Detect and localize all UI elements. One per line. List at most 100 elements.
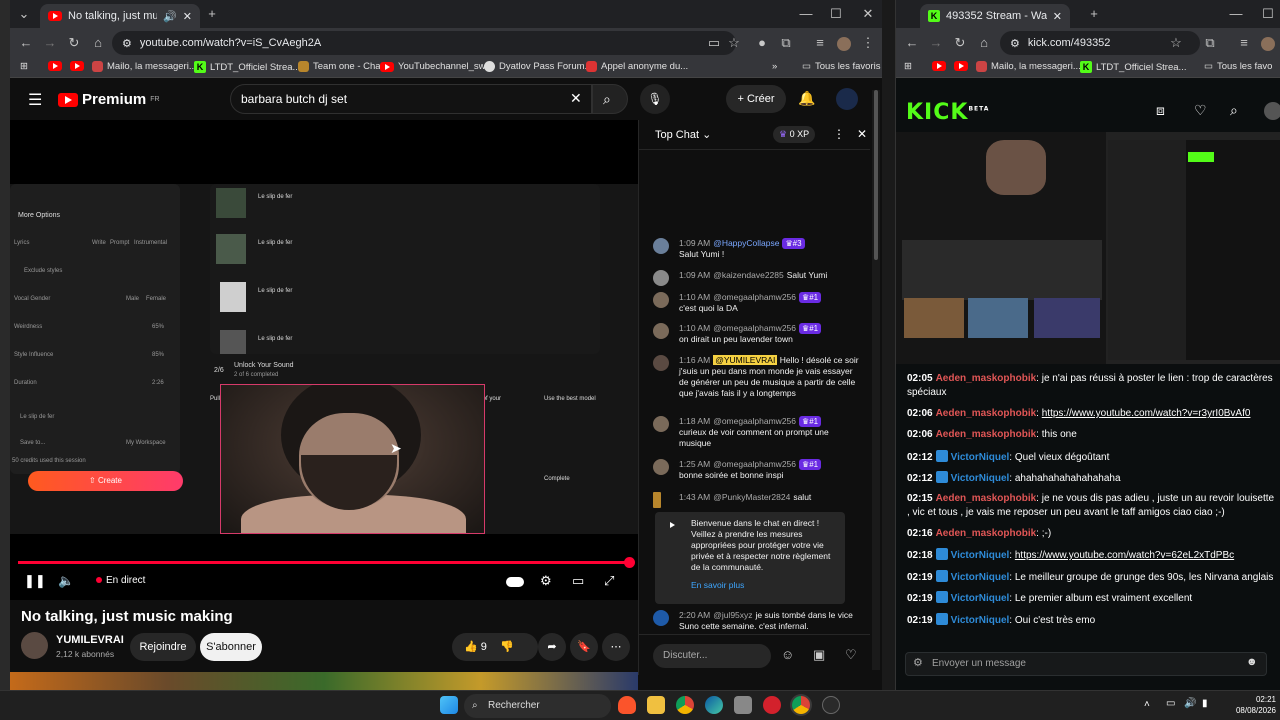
- account-avatar[interactable]: [836, 88, 858, 110]
- chat-message[interactable]: 1:09 AM @kaizendave2285 Salut Yumi: [653, 270, 863, 286]
- media-icon[interactable]: ≡: [1234, 33, 1254, 53]
- back-icon[interactable]: ←: [16, 33, 36, 53]
- kick-chat-message[interactable]: 02:12 VictorNiquel: ahahahahahahahahaha: [907, 471, 1275, 486]
- chat-message[interactable]: 1:18 AM @omegaalphamw256 ♛#1 curieux de voi…: [653, 416, 863, 449]
- new-tab-icon[interactable]: +: [1084, 4, 1104, 24]
- address-bar[interactable]: ⚙ youtube.com/watch?v=iS_CvAegh2A: [112, 31, 736, 55]
- kick-account-avatar[interactable]: [1264, 102, 1280, 120]
- bookmark-youtubechannel[interactable]: YouTubechannel_sw...: [380, 61, 493, 72]
- like-icon[interactable]: 👍: [464, 641, 478, 653]
- video-player[interactable]: More Options Lyrics Write Prompt Instrum…: [10, 120, 638, 600]
- menu-icon[interactable]: ⋮: [858, 33, 878, 53]
- apps-icon[interactable]: ⊞: [904, 61, 912, 72]
- kick-chat-message[interactable]: 02:05 Aeden_maskophobik: je n'ai pas réus…: [907, 372, 1275, 400]
- network-icon[interactable]: ▭: [1166, 698, 1175, 709]
- kick-chat-message[interactable]: 02:19 VictorNiquel: Le meilleur groupe de…: [907, 570, 1275, 585]
- chat-settings-icon[interactable]: ⚙: [913, 656, 923, 669]
- kick-chat-message[interactable]: 02:06 Aeden_maskophobik: https://www.yout…: [907, 407, 1275, 421]
- dislike-icon[interactable]: 👎: [500, 641, 514, 653]
- kick-chat-message[interactable]: 02:12 VictorNiquel: Quel vieux dégoûtant: [907, 450, 1275, 465]
- kick-chat-message[interactable]: 02:19 VictorNiquel: Le premier album est …: [907, 591, 1275, 606]
- bookmark-dyatlov[interactable]: Dyatlov Pass Forum...: [484, 61, 592, 72]
- save-icon[interactable]: 🔖: [570, 633, 598, 661]
- youtube-logo[interactable]: Premium FR: [58, 91, 160, 108]
- bookmark-appel[interactable]: Appel anonyme du...: [586, 61, 688, 72]
- bookmark-ltdt[interactable]: K LTDT_Officiel Strea...: [194, 61, 300, 73]
- bookmarks-overflow-icon[interactable]: »: [772, 61, 777, 72]
- bookmark-mailo[interactable]: Mailo, la messageri...: [92, 61, 197, 72]
- all-bookmarks[interactable]: ▭ Tous les favoris: [802, 61, 880, 72]
- taskbar-search[interactable]: ⌕ Rechercher: [464, 694, 611, 718]
- forward-icon[interactable]: →: [40, 33, 60, 53]
- emoji-icon[interactable]: ☺: [781, 647, 794, 662]
- youtube-search-input[interactable]: barbara butch dj set: [230, 84, 592, 114]
- bookmark-star-icon[interactable]: ☆: [724, 33, 744, 53]
- audio-icon[interactable]: 🔊: [163, 10, 177, 23]
- clear-search-icon[interactable]: ✕: [570, 90, 582, 107]
- minimize-icon[interactable]: —: [796, 4, 816, 24]
- tab-youtube[interactable]: No talking, just music making 🔊 ✕: [40, 4, 200, 28]
- voice-search-icon[interactable]: 🎙: [640, 84, 670, 114]
- maximize-icon[interactable]: ☐: [1258, 4, 1278, 24]
- all-bookmarks[interactable]: ▭ Tous les favo: [1204, 61, 1272, 72]
- brave-icon[interactable]: [618, 696, 636, 714]
- xp-badge[interactable]: ♛ 0 XP: [773, 126, 816, 143]
- fullscreen-icon[interactable]: ⤢: [604, 570, 614, 592]
- search-button[interactable]: ⌕: [592, 84, 628, 114]
- autoplay-toggle-icon[interactable]: [506, 570, 524, 592]
- kick-chat-input[interactable]: Envoyer un message: [905, 652, 1267, 676]
- subscribe-button[interactable]: S'abonner: [200, 633, 262, 661]
- browse-icon[interactable]: ⧈: [1156, 102, 1165, 119]
- apps-icon[interactable]: ⊞: [20, 61, 28, 72]
- kick-chat-message[interactable]: 02:16 Aeden_maskophobik: ;-): [907, 527, 1275, 541]
- notifications-bell-icon[interactable]: 🔔: [798, 90, 815, 107]
- volume-icon[interactable]: 🔈: [58, 570, 74, 592]
- create-button[interactable]: + Créer: [726, 85, 786, 113]
- chat-message[interactable]: 1:09 AM @HappyCollapse ♛#3 Salut Yumi !: [653, 238, 863, 260]
- bookmark-yt2[interactable]: [954, 61, 968, 71]
- chat-input[interactable]: Discuter...: [653, 644, 771, 668]
- thumbnail-strip[interactable]: [10, 672, 638, 690]
- hamburger-menu-icon[interactable]: ☰: [28, 90, 42, 110]
- more-actions-icon[interactable]: ⋯: [602, 633, 630, 661]
- bookmark-mailo[interactable]: Mailo, la messageri...: [976, 61, 1081, 72]
- chrome-active-icon[interactable]: [792, 696, 810, 714]
- close-chat-icon[interactable]: ✕: [857, 127, 867, 141]
- home-icon[interactable]: ⌂: [974, 33, 994, 53]
- extensions-puzzle-icon[interactable]: ⧉: [1200, 33, 1220, 53]
- close-tab-icon[interactable]: ✕: [183, 10, 192, 23]
- progress-bar[interactable]: [18, 561, 630, 564]
- super-chat-icon[interactable]: ▣: [813, 647, 825, 663]
- media-icon[interactable]: ≡: [810, 33, 830, 53]
- heart-icon[interactable]: ♡: [845, 647, 857, 663]
- back-icon[interactable]: ←: [902, 33, 922, 53]
- battery-icon[interactable]: ▮: [1202, 698, 1208, 709]
- page-scrollbar[interactable]: [872, 90, 880, 670]
- file-explorer-icon[interactable]: [647, 696, 665, 714]
- bookmark-teamone[interactable]: Team one - Chat: [298, 61, 383, 72]
- edge-icon[interactable]: [705, 696, 723, 714]
- opera-icon[interactable]: [763, 696, 781, 714]
- kick-chat-message[interactable]: 02:18 VictorNiquel: https://www.youtube.c…: [907, 548, 1275, 563]
- chat-message[interactable]: 1:16 AM @YUMILEVRAI Hello ! désolé ce soi…: [653, 355, 863, 399]
- chrome-icon[interactable]: [676, 696, 694, 714]
- theater-mode-icon[interactable]: ▭: [572, 570, 584, 592]
- bookmark-yt2[interactable]: [70, 61, 84, 71]
- top-chat-dropdown[interactable]: Top Chat ⌄: [655, 128, 711, 141]
- join-button[interactable]: Rejoindre: [130, 633, 196, 661]
- extensions-puzzle-icon[interactable]: ⧉: [776, 33, 796, 53]
- start-windows-icon[interactable]: [440, 696, 458, 714]
- chat-message[interactable]: 1:43 AM @PunkyMaster2824 salut: [653, 492, 863, 508]
- site-info-icon[interactable]: ⚙: [122, 37, 132, 50]
- channel-avatar[interactable]: [21, 632, 48, 659]
- progress-knob[interactable]: [624, 557, 635, 568]
- tab-search-icon[interactable]: ⌄: [14, 4, 34, 24]
- kick-chat-message[interactable]: 02:06 Aeden_maskophobik: this one: [907, 428, 1275, 442]
- pause-icon[interactable]: ❚❚: [24, 570, 46, 592]
- close-window-icon[interactable]: ✕: [858, 4, 878, 24]
- maximize-icon[interactable]: ☐: [826, 4, 846, 24]
- chat-message[interactable]: 1:10 AM @omegaalphamw256 ♛#1 on dirait un p…: [653, 323, 863, 345]
- cast-icon[interactable]: ▭: [704, 33, 724, 53]
- chat-message[interactable]: 2:20 AM @jul95xyz je suis tombé dans le vi…: [653, 610, 863, 632]
- bookmark-star-icon[interactable]: ☆: [1166, 33, 1186, 53]
